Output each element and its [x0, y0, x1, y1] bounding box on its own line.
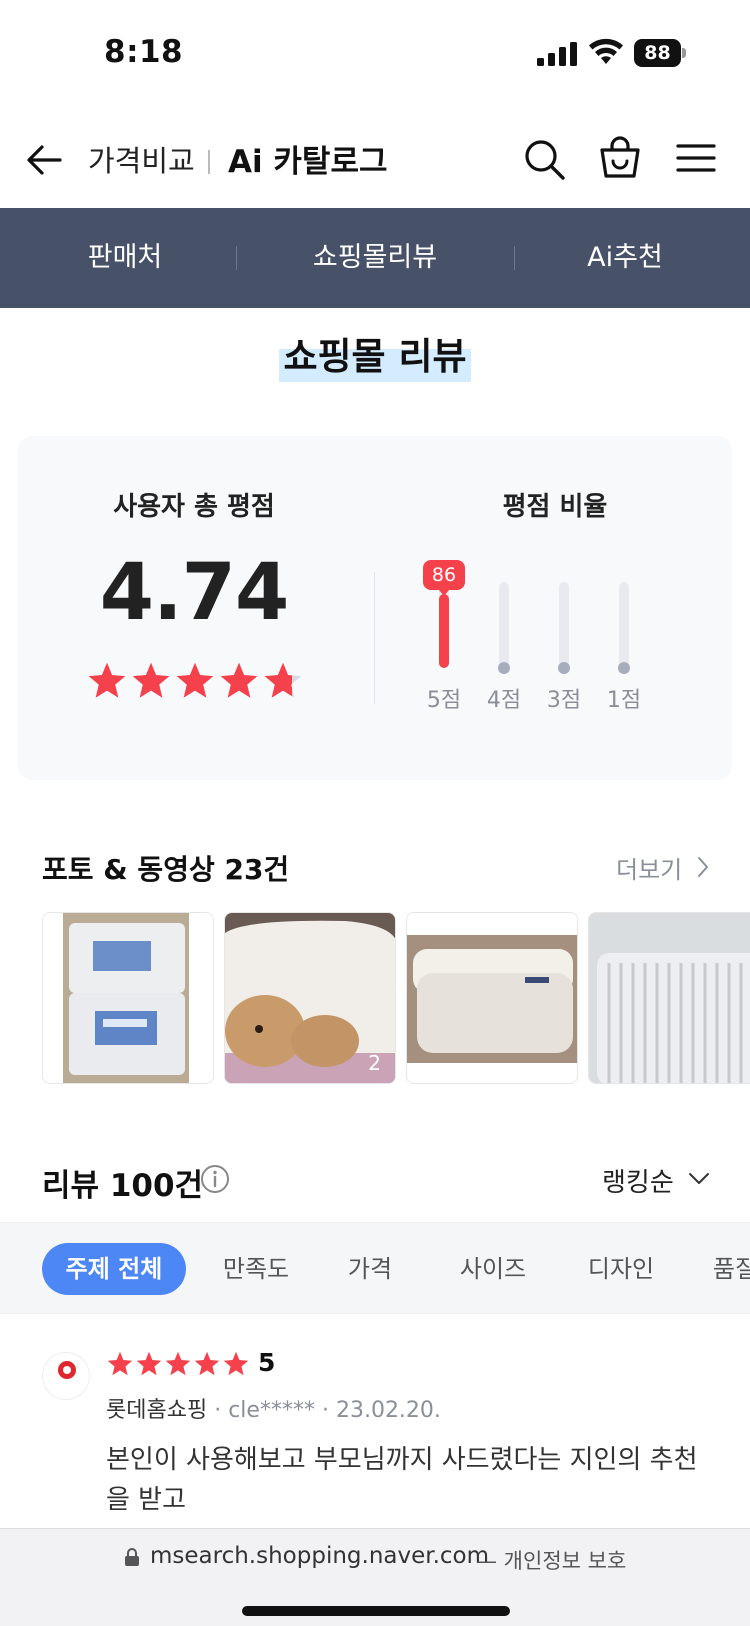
bar-label: 3점	[546, 688, 582, 713]
price-compare-link[interactable]: 가격비교	[88, 138, 195, 180]
status-time: 8:18	[104, 34, 184, 70]
tab-ai-recommend[interactable]: Ai추천	[500, 208, 750, 308]
info-icon[interactable]	[200, 1164, 230, 1194]
photo-count: 2	[368, 1051, 381, 1075]
bar-track	[619, 582, 629, 668]
rating-summary-card: 사용자 총 평점 4.74 평점 비율 86 5점 4점 3점 1점	[18, 436, 732, 780]
status-bar: 8:18 88	[0, 0, 750, 108]
review-body: 본인이 사용해보고 부모님까지 사드렸다는 지인의 추천을 받고	[106, 1445, 698, 1515]
star-icon	[220, 662, 258, 698]
bar-label: 1점	[606, 688, 642, 713]
review-score: 5	[258, 1348, 276, 1377]
star-icon	[136, 1351, 162, 1376]
review-shop: 롯데홈쇼핑	[106, 1398, 208, 1423]
average-star-rating	[86, 660, 306, 706]
review-date: 23.02.20.	[335, 1398, 441, 1423]
bar-track	[559, 582, 569, 668]
photo-section-title: 포토 & 동영상 23건	[42, 853, 290, 886]
photo-pillow-packages[interactable]	[42, 912, 214, 1084]
tab-mall-reviews[interactable]: 쇼핑몰리뷰	[250, 208, 500, 308]
star-icon	[107, 1351, 133, 1376]
photo-dog-on-pillow[interactable]: 2	[224, 912, 396, 1084]
url-text: msearch.shopping.naver.com	[150, 1543, 490, 1569]
search-icon[interactable]	[522, 137, 566, 181]
review-meta: 롯데홈쇼핑 · cle***** · 23.02.20.	[106, 1392, 441, 1424]
review-user: cle*****	[228, 1398, 315, 1423]
chevron-right-icon[interactable]	[696, 856, 710, 878]
more-photos-link[interactable]: 더보기	[616, 850, 682, 885]
shop-logo	[42, 1352, 90, 1400]
star-icon	[88, 662, 126, 698]
shopping-bag-icon[interactable]	[598, 134, 642, 180]
photo-pillows-on-bed[interactable]	[406, 912, 578, 1084]
tab-sellers[interactable]: 판매처	[0, 208, 250, 308]
rating-bar-4: 4점	[484, 572, 524, 713]
meta-dot: ·	[214, 1398, 229, 1423]
card-divider	[374, 572, 375, 704]
cellular-signal-icon	[537, 42, 577, 66]
chevron-down-icon[interactable]	[688, 1172, 710, 1186]
topic-chip-size[interactable]: 사이즈	[438, 1243, 548, 1295]
tab-navigation: 판매처 쇼핑몰리뷰 Ai추천	[0, 208, 750, 308]
topic-chip-all[interactable]: 주제 전체	[42, 1243, 186, 1295]
bar-empty-dot	[558, 662, 570, 674]
average-rating-score: 4.74	[99, 548, 289, 638]
star-icon	[132, 662, 170, 698]
back-arrow-icon[interactable]	[24, 140, 64, 180]
star-icon	[194, 1351, 220, 1376]
average-rating-label: 사용자 총 평점	[113, 492, 275, 522]
photo-striped-pillow[interactable]	[588, 912, 750, 1084]
rating-percent-badge: 86	[423, 560, 465, 596]
bar-label: 4점	[486, 688, 522, 713]
tab-separator	[514, 246, 515, 270]
privacy-label: — 개인정보 보호	[476, 1549, 627, 1573]
star-icon	[165, 1351, 191, 1376]
review-star-rating	[106, 1350, 256, 1380]
battery-cap	[682, 48, 686, 58]
rating-bar-5: 86 5점	[423, 560, 465, 713]
topic-filter-bar: 주제 전체 만족도 가격 사이즈 디자인 품질	[0, 1222, 750, 1314]
review-item[interactable]: 5 롯데홈쇼핑 · cle***** · 23.02.20. 본인이 사용해보고…	[0, 1322, 750, 1522]
bar-empty-dot	[498, 662, 510, 674]
topic-chip-satisfaction[interactable]: 만족도	[208, 1243, 304, 1295]
sort-dropdown[interactable]: 랭킹순	[602, 1162, 674, 1199]
bar-fill	[439, 594, 449, 668]
battery-level: 88	[634, 39, 681, 67]
header-divider	[208, 150, 210, 174]
bar-label: 5점	[426, 688, 462, 713]
bar-empty-dot	[618, 662, 630, 674]
star-icon	[176, 662, 214, 698]
topic-chip-quality[interactable]: 품질	[700, 1243, 750, 1295]
topic-chip-design[interactable]: 디자인	[566, 1243, 676, 1295]
photo-strip: 2	[42, 912, 750, 1084]
ai-catalog-title: Ai 카탈로그	[228, 144, 388, 180]
wifi-icon	[589, 38, 623, 64]
tab-separator	[236, 246, 237, 270]
lock-icon	[125, 1548, 139, 1566]
star-icon	[264, 662, 302, 698]
meta-dot: ·	[321, 1398, 336, 1423]
review-count-title: 리뷰 100건	[42, 1168, 204, 1204]
battery-indicator: 88	[634, 39, 686, 67]
hamburger-menu-icon[interactable]	[676, 140, 716, 176]
bar-track	[499, 582, 509, 668]
section-title: 쇼핑몰 리뷰	[279, 322, 471, 382]
rating-bar-3: 3점	[544, 572, 584, 713]
rating-bar-1: 1점	[604, 572, 644, 713]
home-indicator	[242, 1606, 510, 1616]
topic-chip-price[interactable]: 가격	[330, 1243, 410, 1295]
rating-ratio-label: 평점 비율	[502, 492, 608, 522]
section-header: 쇼핑몰 리뷰	[0, 322, 750, 382]
top-header: 가격비교 Ai 카탈로그	[0, 118, 750, 208]
star-icon	[223, 1351, 249, 1376]
